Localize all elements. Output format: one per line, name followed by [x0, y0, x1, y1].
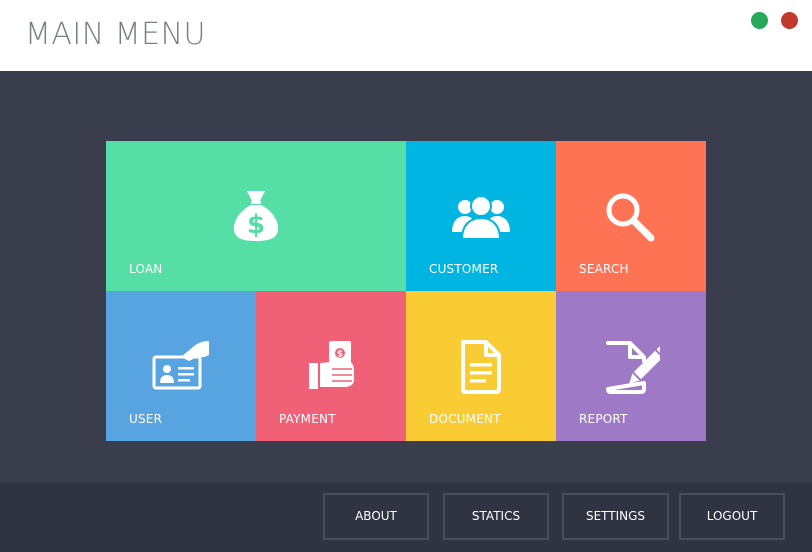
tile-customer[interactable]: CUSTOMER: [406, 141, 556, 291]
settings-button[interactable]: SETTINGS: [562, 493, 669, 540]
tile-report[interactable]: REPORT: [556, 291, 706, 441]
statics-button[interactable]: STATICS: [443, 493, 549, 540]
tile-report-label: REPORT: [579, 412, 628, 426]
money-bag-icon: $: [233, 191, 279, 241]
edit-document-icon: [606, 341, 660, 394]
close-button[interactable]: [781, 12, 798, 29]
about-button[interactable]: ABOUT: [323, 493, 429, 540]
group-icon: [452, 195, 510, 240]
tile-document[interactable]: DOCUMENT: [406, 291, 556, 441]
tile-user-label: USER: [129, 412, 163, 426]
footer-bar: ABOUT STATICS SETTINGS LOGOUT: [0, 483, 812, 552]
cash-in-hand-icon: $: [309, 341, 354, 389]
app-window: MAIN MENU $ LOAN CUSTOMER SEARCH USER $ …: [0, 0, 812, 552]
header-bar: MAIN MENU: [0, 0, 812, 71]
tile-user[interactable]: USER: [106, 291, 256, 441]
minimize-button[interactable]: [751, 12, 768, 29]
tile-loan[interactable]: $ LOAN: [106, 141, 406, 291]
search-icon: [606, 193, 655, 242]
tile-payment[interactable]: $ PAYMENT: [256, 291, 406, 441]
tile-search-label: SEARCH: [579, 262, 629, 276]
id-card-icon: [152, 341, 209, 390]
tile-document-label: DOCUMENT: [429, 412, 501, 426]
tile-loan-label: LOAN: [129, 262, 163, 276]
page-title: MAIN MENU: [25, 17, 206, 52]
tile-payment-label: PAYMENT: [279, 412, 336, 426]
svg-text:$: $: [247, 210, 265, 240]
tile-search[interactable]: SEARCH: [556, 141, 706, 291]
document-icon: [461, 340, 501, 394]
logout-button[interactable]: LOGOUT: [679, 493, 785, 540]
svg-text:$: $: [337, 350, 343, 360]
tile-customer-label: CUSTOMER: [429, 262, 499, 276]
